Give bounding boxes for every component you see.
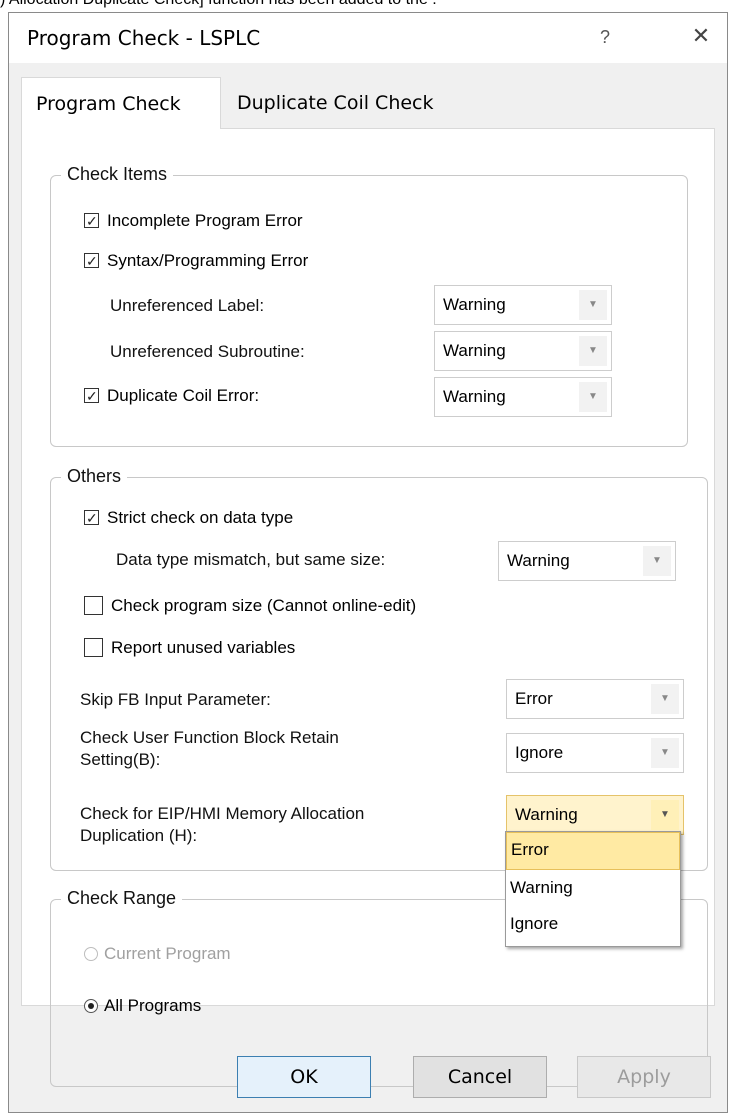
duplicate-coil-error-select[interactable]: Warning ▼ xyxy=(434,377,612,417)
program-check-dialog: Program Check - LSPLC ? ✕ Program Check … xyxy=(8,12,728,1113)
ok-button[interactable]: OK xyxy=(237,1056,371,1098)
dropdown-option-error[interactable]: Error xyxy=(506,832,680,870)
cancel-button[interactable]: Cancel xyxy=(413,1056,547,1098)
apply-button[interactable]: Apply xyxy=(577,1056,711,1098)
report-unused-variables-checkbox[interactable]: Report unused variables xyxy=(84,637,295,659)
checkbox-icon xyxy=(84,210,99,232)
select-value: Warning xyxy=(443,387,506,406)
chevron-down-icon: ▼ xyxy=(579,336,607,366)
background-document-strip: ) Allocation Duplicate Check] function h… xyxy=(0,0,740,12)
check-program-size-checkbox[interactable]: Check program size (Cannot online-edit) xyxy=(84,595,416,617)
checkbox-icon xyxy=(84,596,103,615)
incomplete-program-error-checkbox[interactable]: Incomplete Program Error xyxy=(84,210,303,232)
chevron-down-icon: ▼ xyxy=(579,382,607,412)
background-document-text: ) Allocation Duplicate Check] function h… xyxy=(0,0,437,9)
select-value: Warning xyxy=(507,551,570,570)
skip-fb-input-select[interactable]: Error ▼ xyxy=(506,679,684,719)
unreferenced-subroutine-text: Unreferenced Subroutine: xyxy=(110,342,305,361)
chevron-down-icon: ▼ xyxy=(651,800,679,830)
eip-hmi-dup-dropdown-list: Error Warning Ignore xyxy=(505,831,681,947)
radio-icon xyxy=(84,999,98,1013)
chevron-down-icon: ▼ xyxy=(579,290,607,320)
all-programs-radio[interactable]: All Programs xyxy=(84,995,201,1017)
duplicate-coil-error-checkbox[interactable]: Duplicate Coil Error: xyxy=(84,385,259,407)
select-value: Ignore xyxy=(515,743,564,762)
chevron-down-icon: ▼ xyxy=(643,546,671,576)
eip-hmi-dup-select[interactable]: Warning ▼ xyxy=(506,795,684,835)
select-value: Warning xyxy=(443,295,506,314)
check-range-legend: Check Range xyxy=(61,888,183,909)
select-value: Warning xyxy=(515,805,578,824)
check-ufb-retain-text-line2: Setting(B): xyxy=(80,750,161,769)
unreferenced-label-text: Unreferenced Label: xyxy=(110,296,265,315)
tab-program-check[interactable]: Program Check xyxy=(21,77,221,129)
chevron-down-icon: ▼ xyxy=(651,738,679,768)
checkbox-icon xyxy=(84,250,99,272)
strict-check-checkbox[interactable]: Strict check on data type xyxy=(84,507,293,529)
window-title: Program Check - LSPLC xyxy=(27,26,261,50)
check-items-legend: Check Items xyxy=(61,164,174,185)
dropdown-option-warning[interactable]: Warning xyxy=(506,870,680,906)
others-legend: Others xyxy=(61,466,128,487)
checkbox-icon xyxy=(84,385,99,407)
data-type-mismatch-text: Data type mismatch, but same size: xyxy=(116,550,386,569)
checkbox-icon xyxy=(84,507,99,529)
check-ufb-retain-text-line1: Check User Function Block Retain xyxy=(80,728,339,747)
unreferenced-label-select[interactable]: Warning ▼ xyxy=(434,285,612,325)
select-value: Error xyxy=(515,689,553,708)
select-value: Warning xyxy=(443,341,506,360)
title-bar: Program Check - LSPLC ? ✕ xyxy=(9,13,727,63)
close-icon[interactable]: ✕ xyxy=(681,19,721,53)
chevron-down-icon: ▼ xyxy=(651,684,679,714)
checkbox-icon xyxy=(84,638,103,657)
current-program-radio[interactable]: Current Program xyxy=(84,943,231,965)
check-ufb-retain-select[interactable]: Ignore ▼ xyxy=(506,733,684,773)
syntax-error-checkbox[interactable]: Syntax/Programming Error xyxy=(84,250,308,272)
eip-hmi-dup-text-line1: Check for EIP/HMI Memory Allocation xyxy=(80,804,365,823)
tab-duplicate-coil-check[interactable]: Duplicate Coil Check xyxy=(229,77,489,129)
help-button[interactable]: ? xyxy=(585,21,625,53)
skip-fb-input-text: Skip FB Input Parameter: xyxy=(80,690,271,709)
radio-icon xyxy=(84,947,98,961)
dropdown-option-ignore[interactable]: Ignore xyxy=(506,906,680,942)
unreferenced-subroutine-select[interactable]: Warning ▼ xyxy=(434,331,612,371)
data-type-mismatch-select[interactable]: Warning ▼ xyxy=(498,541,676,581)
eip-hmi-dup-text-line2: Duplication (H): xyxy=(80,826,198,845)
